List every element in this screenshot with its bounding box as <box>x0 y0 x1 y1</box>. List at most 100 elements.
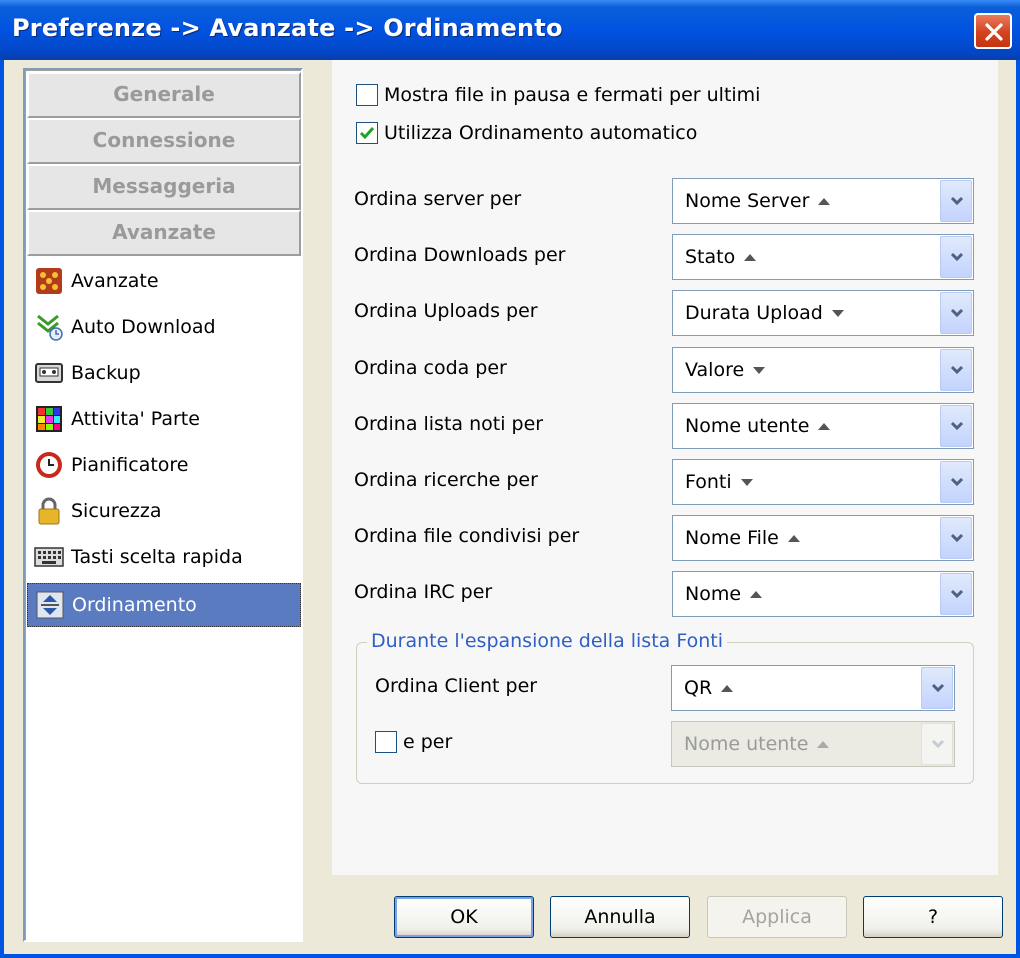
combo-value: Fonti <box>685 471 754 493</box>
nav-item-tasti-scelta-rapida[interactable]: Tasti scelta rapida <box>27 535 301 579</box>
nav-group-generale[interactable]: Generale <box>27 72 301 118</box>
ok-button[interactable]: OK <box>394 896 534 938</box>
sort-ascending-icon <box>750 591 763 599</box>
combo-value: Nome <box>685 583 763 605</box>
dropdown-button[interactable] <box>940 236 972 279</box>
nav-item-label: Pianificatore <box>71 454 189 476</box>
sort-combo[interactable]: Valore <box>672 346 974 393</box>
nav-item-avanzate[interactable]: Avanzate <box>27 259 301 303</box>
sort-ascending-icon <box>787 535 800 543</box>
dropdown-button[interactable] <box>921 667 953 709</box>
nav-item-backup[interactable]: Backup <box>27 351 301 395</box>
and-sort-combo[interactable]: Nome utente <box>671 721 955 767</box>
nav-group-connessione[interactable]: Connessione <box>27 118 301 164</box>
chevron-down-icon <box>931 739 945 749</box>
sort-row-label: Ordina server per <box>354 188 522 210</box>
close-icon <box>985 23 1003 41</box>
sort-ascending-icon <box>721 685 734 692</box>
sort-combo[interactable]: Durata Upload <box>672 290 974 337</box>
dropdown-button[interactable] <box>940 180 972 222</box>
and-sort-checkbox[interactable]: e per <box>375 731 452 753</box>
checkbox-box[interactable] <box>356 122 378 144</box>
sort-row-label: Ordina file condivisi per <box>354 525 580 548</box>
dropdown-button[interactable] <box>940 517 972 560</box>
dropdown-button[interactable] <box>940 348 972 391</box>
checkmark-icon <box>359 127 375 140</box>
show-paused-last-checkbox[interactable]: Mostra file in pausa e fermati per ultim… <box>356 84 760 106</box>
sort-ascending-icon <box>818 198 831 205</box>
chevron-down-icon <box>950 421 964 430</box>
lock-icon <box>33 495 65 527</box>
checkbox-label: Utilizza Ordinamento automatico <box>384 122 698 144</box>
combo-value: Stato <box>685 246 757 268</box>
checkbox-label: Mostra file in pausa e fermati per ultim… <box>384 84 761 106</box>
sort-combo[interactable]: Nome utente <box>672 402 974 449</box>
nav-item-label: Tasti scelta rapida <box>71 546 243 568</box>
chevron-down-icon <box>950 196 964 206</box>
sort-combo[interactable]: Nome File <box>672 515 974 562</box>
preferences-window: Preferenze -> Avanzate -> Ordinamento Ge… <box>0 0 1020 958</box>
chevron-down-icon <box>950 590 964 599</box>
sort-ascending-icon <box>744 254 757 262</box>
advanced-icon <box>33 265 65 297</box>
part-activity-icon <box>33 403 65 435</box>
nav-group-messaggeria[interactable]: Messaggeria <box>27 164 301 210</box>
nav-item-label: Avanzate <box>71 270 159 292</box>
nav-item-pianificatore[interactable]: Pianificatore <box>27 443 301 487</box>
dropdown-button[interactable] <box>940 292 972 335</box>
combo-value: Nome utente <box>684 733 830 755</box>
combo-value: QR <box>684 677 734 699</box>
chevron-down-icon <box>950 253 964 262</box>
combo-value: Nome File <box>685 527 801 549</box>
checkbox-box[interactable] <box>356 84 378 106</box>
dropdown-button[interactable] <box>940 573 972 616</box>
nav-item-ordinamento[interactable]: Ordinamento <box>27 583 301 627</box>
sort-descending-icon <box>753 366 766 374</box>
keyboard-icon <box>33 541 65 573</box>
sort-combo[interactable]: Stato <box>672 234 974 281</box>
help-button[interactable]: ? <box>863 896 1003 938</box>
nav-item-sicurezza[interactable]: Sicurezza <box>27 489 301 533</box>
backup-icon <box>33 357 65 389</box>
nav-item-auto-download[interactable]: Auto Download <box>27 305 301 349</box>
sort-row-label: Ordina ricerche per <box>354 469 538 491</box>
dropdown-button[interactable] <box>921 723 953 765</box>
combo-value: Nome utente <box>685 415 831 437</box>
sort-icon <box>34 589 66 621</box>
dropdown-button[interactable] <box>940 404 972 447</box>
checkbox-box[interactable] <box>375 731 397 753</box>
apply-button[interactable]: Applica <box>707 896 847 938</box>
sort-combo[interactable]: Fonti <box>672 459 974 505</box>
cancel-button[interactable]: Annulla <box>550 896 690 938</box>
chevron-down-icon <box>950 309 964 318</box>
group-legend: Durante l'espansione della lista Fonti <box>367 630 727 652</box>
chevron-down-icon <box>950 365 964 374</box>
chevron-down-icon <box>931 683 945 693</box>
client-sort-combo[interactable]: QR <box>671 665 955 711</box>
dropdown-button[interactable] <box>940 461 972 503</box>
sort-settings-panel: Mostra file in pausa e fermati per ultim… <box>332 60 998 875</box>
sort-row-label: Ordina Downloads per <box>354 244 566 267</box>
window-title: Preferenze -> Avanzate -> Ordinamento <box>12 14 563 42</box>
chevron-down-icon <box>950 534 964 543</box>
sort-row-label: Ordina lista noti per <box>354 412 544 435</box>
nav-item-label: Auto Download <box>71 316 216 338</box>
sort-combo[interactable]: Nome Server <box>672 178 974 224</box>
chevron-down-icon <box>950 477 964 487</box>
close-button[interactable] <box>974 13 1012 49</box>
clock-icon <box>33 449 65 481</box>
sources-expand-group: Durante l'espansione della lista Fonti O… <box>356 630 974 784</box>
sort-ascending-icon <box>817 741 830 748</box>
sort-row-label: Ordina Uploads per <box>354 300 538 323</box>
auto-download-icon <box>33 311 65 343</box>
sort-row-label: Ordina coda per <box>354 356 507 379</box>
nav-item-label: Backup <box>71 362 141 384</box>
nav-item-attivita-parte[interactable]: Attivita' Parte <box>27 397 301 441</box>
nav-item-label: Ordinamento <box>72 594 197 616</box>
sort-descending-icon <box>740 479 753 486</box>
title-bar[interactable]: Preferenze -> Avanzate -> Ordinamento <box>0 0 1020 60</box>
client-sort-label: Ordina Client per <box>375 675 538 697</box>
sort-combo[interactable]: Nome <box>672 571 974 618</box>
nav-group-avanzate[interactable]: Avanzate <box>27 210 301 256</box>
auto-sort-checkbox[interactable]: Utilizza Ordinamento automatico <box>356 122 697 144</box>
